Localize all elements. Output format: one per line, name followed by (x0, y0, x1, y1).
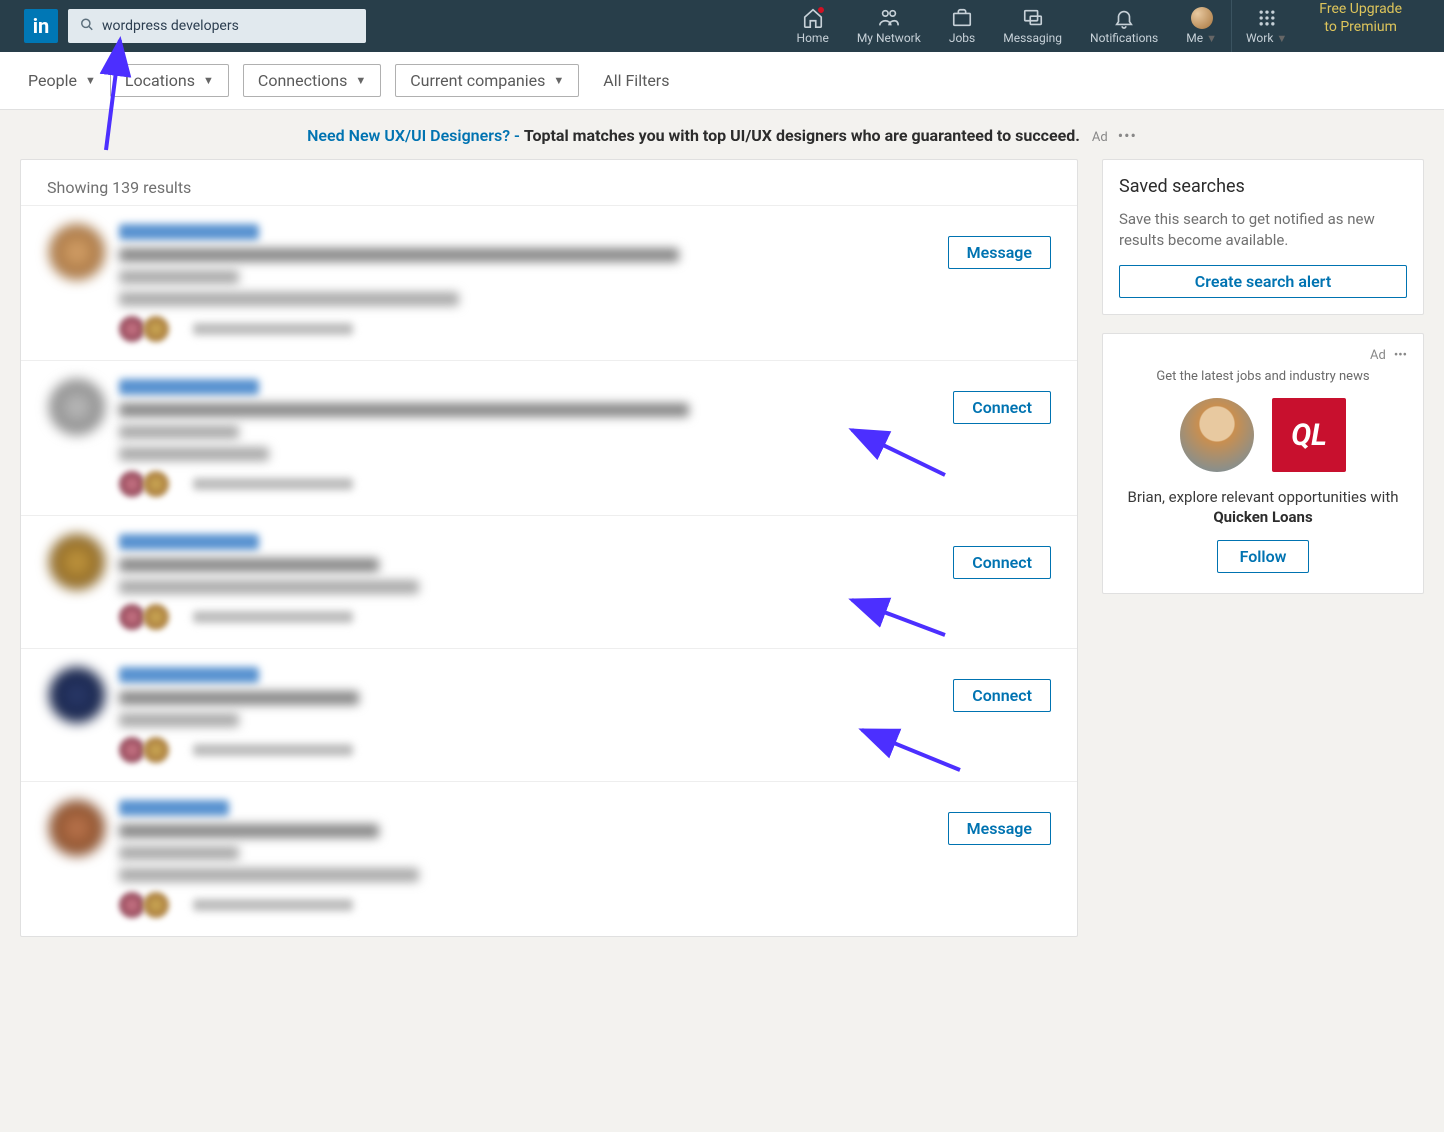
nav-items: Home My Network Jobs Messaging Notificat… (783, 0, 1420, 52)
connect-button[interactable]: Connect (953, 679, 1051, 712)
result-avatar (49, 534, 105, 590)
result-info (119, 667, 953, 763)
promo-card: Ad ••• Get the latest jobs and industry … (1102, 333, 1424, 594)
nav-label: Messaging (1003, 31, 1062, 45)
search-container (68, 9, 366, 43)
result-row[interactable]: Connect (21, 648, 1077, 781)
top-nav: in Home My Network Jobs Messaging Notifi… (0, 0, 1444, 52)
notification-dot (817, 6, 825, 14)
right-sidebar: Saved searches Save this search to get n… (1102, 159, 1424, 937)
nav-label: Notifications (1090, 31, 1158, 45)
search-input[interactable] (68, 9, 366, 43)
nav-jobs[interactable]: Jobs (935, 0, 989, 52)
ad-banner[interactable]: Need New UX/UI Designers? - Toptal match… (0, 110, 1444, 159)
ad-tag: Ad (1092, 130, 1108, 145)
results-count: Showing 139 results (21, 160, 1077, 205)
more-icon[interactable]: ••• (1394, 348, 1407, 363)
chevron-down-icon: ▼ (553, 74, 564, 87)
create-alert-button[interactable]: Create search alert (1119, 265, 1407, 298)
nav-messaging[interactable]: Messaging (989, 0, 1076, 52)
result-avatar (49, 224, 105, 280)
nav-label: My Network (857, 31, 921, 45)
nav-network[interactable]: My Network (843, 0, 935, 52)
result-avatar (49, 379, 105, 435)
result-row[interactable]: Message (21, 781, 1077, 936)
result-avatar (49, 667, 105, 723)
filter-locations[interactable]: Locations▼ (110, 64, 229, 97)
upgrade-line1: Free Upgrade (1319, 0, 1402, 18)
avatar (1191, 7, 1213, 29)
filter-companies[interactable]: Current companies▼ (395, 64, 579, 97)
connect-button[interactable]: Connect (953, 391, 1051, 424)
result-row[interactable]: Message (21, 205, 1077, 360)
nav-home[interactable]: Home (783, 0, 843, 52)
result-row[interactable]: Connect (21, 515, 1077, 648)
chevron-down-icon: ▼ (355, 74, 366, 87)
saved-desc: Save this search to get notified as new … (1119, 209, 1407, 251)
messaging-icon (1022, 7, 1044, 29)
result-row[interactable]: Connect (21, 360, 1077, 515)
nav-label: Me ▼ (1186, 31, 1217, 45)
upgrade-line2: to Premium (1319, 18, 1402, 36)
nav-label: Home (797, 31, 829, 45)
chevron-down-icon: ▼ (203, 74, 214, 87)
chevron-down-icon: ▼ (85, 74, 96, 87)
linkedin-logo[interactable]: in (24, 9, 58, 43)
message-button[interactable]: Message (948, 812, 1051, 845)
filter-connections[interactable]: Connections▼ (243, 64, 381, 97)
filter-people[interactable]: People▼ (28, 71, 96, 90)
result-info (119, 534, 953, 630)
filter-bar: People▼ Locations▼ Connections▼ Current … (0, 52, 1444, 110)
follow-button[interactable]: Follow (1217, 540, 1310, 573)
jobs-icon (951, 7, 973, 29)
all-filters[interactable]: All Filters (603, 71, 669, 90)
main-content: Showing 139 results Message Connect C (0, 159, 1444, 937)
saved-searches-card: Saved searches Save this search to get n… (1102, 159, 1424, 315)
promo-line1: Brian, explore relevant opportunities wi… (1119, 488, 1407, 506)
bell-icon (1113, 7, 1135, 29)
result-info (119, 224, 948, 342)
ad-text: Toptal matches you with top UI/UX design… (524, 126, 1080, 145)
upgrade-link[interactable]: Free Upgrade to Premium (1301, 0, 1420, 52)
result-info (119, 379, 953, 497)
ad-link: Need New UX/UI Designers? - (307, 126, 520, 145)
nav-me[interactable]: Me ▼ (1172, 0, 1231, 52)
search-icon (80, 17, 94, 36)
nav-label: Work ▼ (1246, 31, 1287, 45)
results-column: Showing 139 results Message Connect C (20, 159, 1078, 937)
grid-icon (1257, 7, 1277, 29)
connect-button[interactable]: Connect (953, 546, 1051, 579)
more-icon[interactable]: ••• (1118, 126, 1137, 145)
promo-line2: Quicken Loans (1119, 508, 1407, 526)
saved-title: Saved searches (1119, 176, 1407, 197)
promo-subtitle: Get the latest jobs and industry news (1119, 369, 1407, 384)
ad-tag: Ad (1370, 348, 1386, 363)
network-icon (878, 7, 900, 29)
nav-label: Jobs (949, 31, 975, 45)
nav-notifications[interactable]: Notifications (1076, 0, 1172, 52)
nav-work[interactable]: Work ▼ (1232, 0, 1301, 52)
promo-logo: QL (1272, 398, 1346, 472)
result-avatar (49, 800, 105, 856)
promo-avatar (1180, 398, 1254, 472)
message-button[interactable]: Message (948, 236, 1051, 269)
result-info (119, 800, 948, 918)
